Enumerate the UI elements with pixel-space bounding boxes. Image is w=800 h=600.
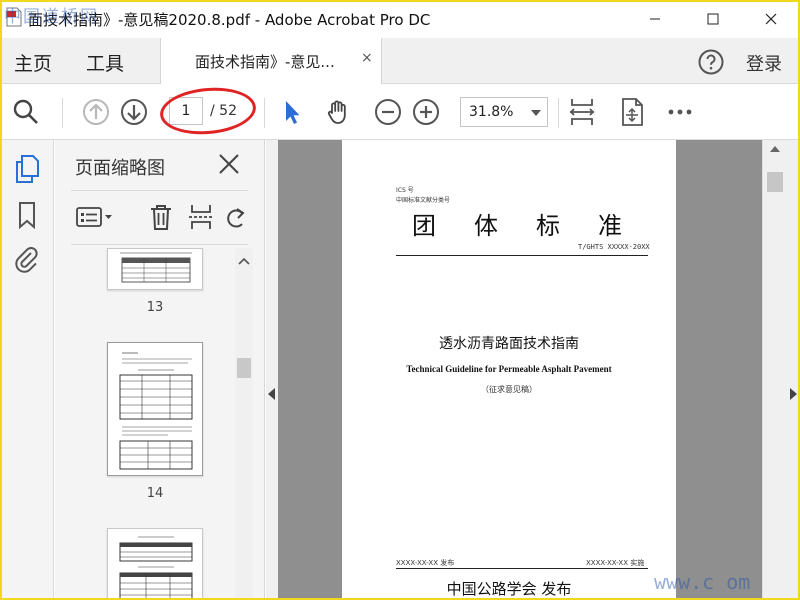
- more-dots-icon: [668, 109, 692, 115]
- split-page-icon: [189, 205, 213, 229]
- close-panel-icon[interactable]: [215, 150, 243, 178]
- pdf-page: ICS 号 中国标准文献分类号 团体标准 T/GHTS XXXXX-20XX 透…: [342, 140, 676, 600]
- paperclip-icon: [15, 247, 38, 273]
- delete-page-button[interactable]: [145, 202, 177, 232]
- search-button[interactable]: [10, 96, 42, 128]
- issuer: 中国公路学会 发布: [446, 580, 572, 598]
- zoom-out-button[interactable]: [372, 96, 404, 128]
- scrollbar-thumb[interactable]: [237, 358, 251, 378]
- arrow-down-circle-icon: [121, 99, 147, 125]
- publish-date: XXXX-XX-XX 发布: [396, 559, 455, 567]
- scrollbar-thumb[interactable]: [767, 172, 783, 192]
- page-thumbnail[interactable]: [107, 528, 203, 600]
- rotate-page-button[interactable]: [221, 202, 251, 232]
- implement-date: XXXX-XX-XX 实施: [586, 559, 645, 567]
- document-view: ICS 号 中国标准文献分类号 团体标准 T/GHTS XXXXX-20XX 透…: [266, 140, 800, 600]
- thumbnail-toolbar: [71, 198, 251, 238]
- maximize-button[interactable]: [690, 0, 736, 38]
- toolbar-separator: [62, 98, 63, 128]
- header-rule: [396, 255, 648, 256]
- draft-note: （征求意见稿）: [481, 385, 537, 394]
- zoom-in-button[interactable]: [410, 96, 442, 128]
- extract-pages-button[interactable]: [185, 202, 217, 232]
- tab-document[interactable]: 面技术指南》-意见... ×: [160, 38, 382, 84]
- zoom-in-icon: [413, 99, 439, 125]
- standard-heading: 团体标准: [412, 212, 660, 240]
- fit-page-icon: [569, 99, 595, 125]
- thumbnail-page-number: 13: [146, 300, 164, 315]
- panel-divider: [71, 244, 248, 245]
- close-tab-icon[interactable]: ×: [361, 50, 373, 66]
- minimize-icon: [650, 18, 660, 20]
- previous-page-button[interactable]: [80, 96, 112, 128]
- title-bar: 面技术指南》-意见稿2020.8.pdf - Adobe Acrobat Pro…: [0, 0, 800, 38]
- rotate-icon: [227, 208, 245, 228]
- read-mode-icon: [622, 98, 643, 126]
- close-icon: [765, 13, 777, 25]
- options-menu-button[interactable]: [75, 202, 115, 232]
- thumbnail-list: 13 14: [55, 248, 243, 600]
- collapse-left-icon[interactable]: [268, 388, 275, 400]
- scroll-up-icon[interactable]: [770, 146, 780, 152]
- zoom-out-icon: [375, 99, 401, 125]
- panel-title: 页面缩略图: [75, 158, 165, 179]
- close-window-button[interactable]: [748, 0, 794, 38]
- tab-bar: 主页 工具 面技术指南》-意见... × 登录: [0, 38, 800, 84]
- bookmark-icon: [19, 202, 35, 229]
- thumbnail-preview: [120, 252, 192, 283]
- toolbar-separator: [264, 98, 265, 128]
- next-page-button[interactable]: [118, 96, 150, 128]
- document-tab-label: 面技术指南》-意见...: [195, 53, 335, 71]
- main-toolbar: 1 / 52 31.8%: [0, 83, 800, 140]
- select-tool-button[interactable]: [276, 96, 308, 128]
- page-thumbnail[interactable]: [107, 248, 203, 290]
- thumbnail-scrollbar[interactable]: [235, 248, 253, 600]
- thumbnail-page-number: 14: [146, 486, 164, 501]
- classification-number: 中国标准文献分类号: [396, 197, 451, 204]
- thumbnail-preview: [119, 352, 193, 470]
- cursor-arrow-icon: [286, 101, 300, 124]
- collapse-left-gutter[interactable]: [266, 140, 278, 600]
- standard-code: T/GHTS XXXXX-20XX: [578, 243, 650, 251]
- ics-code: ICS 号: [396, 187, 414, 194]
- zoom-select[interactable]: 31.8%: [460, 97, 548, 127]
- attachments-button[interactable]: [12, 244, 42, 274]
- document-scrollbar[interactable]: [762, 140, 786, 600]
- chevron-down-icon: [531, 110, 541, 116]
- fit-width-button[interactable]: [566, 96, 598, 128]
- hand-tool-button[interactable]: [322, 96, 354, 128]
- acrobat-pdf-icon: [6, 7, 22, 27]
- page-thumbnail[interactable]: [107, 342, 203, 476]
- full-screen-button[interactable]: [616, 96, 648, 128]
- navigation-pane: [0, 140, 54, 600]
- bookmarks-button[interactable]: [12, 200, 42, 230]
- sign-in-link[interactable]: 登录: [746, 50, 782, 76]
- scroll-up-icon: [238, 257, 250, 265]
- trash-icon: [151, 205, 171, 230]
- list-options-icon: [76, 207, 112, 227]
- zoom-value: 31.8%: [469, 104, 514, 120]
- panel-divider: [71, 190, 248, 191]
- toolbar-separator: [558, 98, 559, 128]
- help-icon[interactable]: [697, 48, 725, 76]
- more-tools-button[interactable]: [664, 96, 696, 128]
- annotation-circle: [158, 83, 258, 139]
- minimize-button[interactable]: [632, 0, 678, 38]
- document-title-en: Technical Guideline for Permeable Asphal…: [406, 364, 612, 374]
- collapse-right-icon[interactable]: [790, 388, 797, 400]
- collapse-right-gutter[interactable]: [786, 140, 800, 600]
- thumbnails-panel: 页面缩略图 13 14: [55, 140, 265, 600]
- thumbnail-preview: [119, 536, 193, 600]
- footer-rule: [396, 568, 648, 569]
- hand-icon: [327, 100, 346, 124]
- pages-icon: [16, 155, 39, 183]
- search-icon: [13, 99, 38, 124]
- arrow-up-circle-icon: [83, 99, 109, 125]
- tab-tools[interactable]: 工具: [86, 49, 124, 76]
- tab-home[interactable]: 主页: [14, 49, 52, 76]
- maximize-icon: [707, 13, 719, 25]
- document-title-cn: 透水沥青路面技术指南: [439, 336, 579, 352]
- window-title: 面技术指南》-意见稿2020.8.pdf - Adobe Acrobat Pro…: [28, 11, 431, 29]
- page-thumbnails-button[interactable]: [12, 154, 42, 184]
